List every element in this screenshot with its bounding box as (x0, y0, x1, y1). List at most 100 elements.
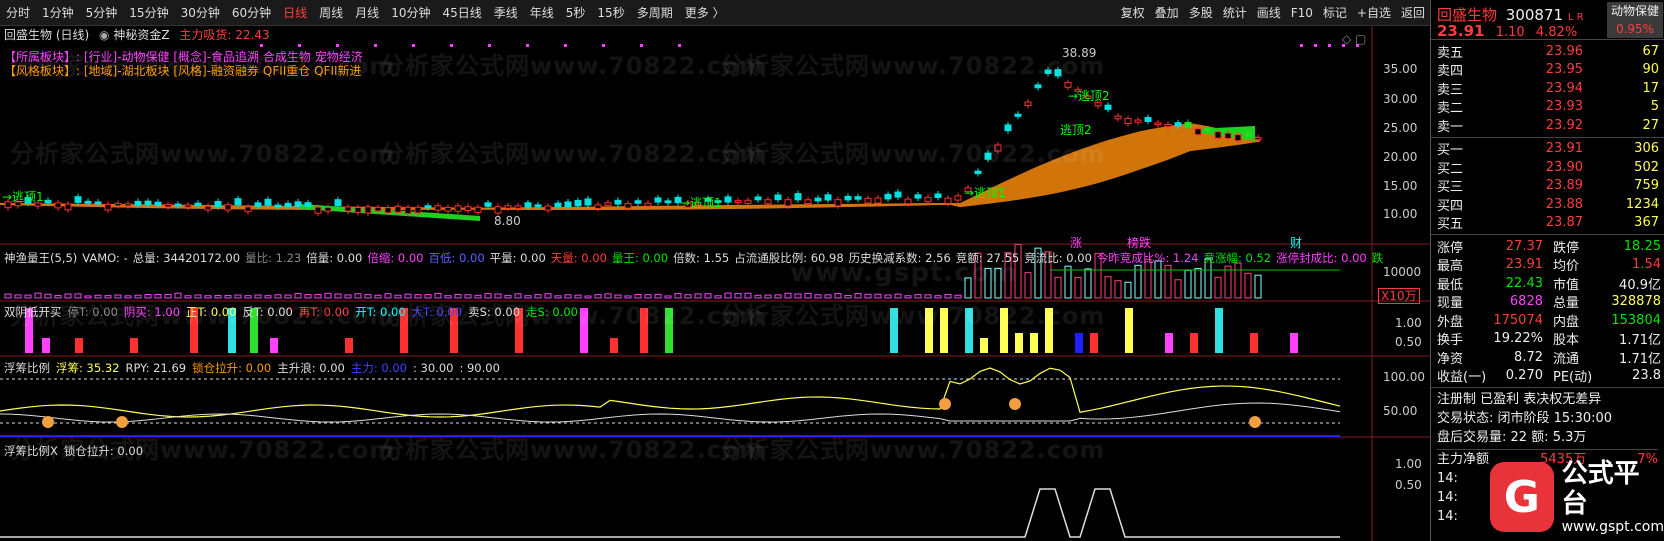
candle-body (1154, 122, 1162, 126)
book-price: 23.90 (1545, 159, 1583, 175)
vol-multiple: 倍数: 1.55 (673, 251, 730, 265)
vol-low: 百低: 0.00 (428, 251, 485, 265)
candle-body (424, 205, 432, 209)
period-tab[interactable]: 分时 (0, 0, 36, 26)
watermark: 分析家公式网www.70822.com (380, 302, 766, 330)
candle-body (1144, 116, 1152, 122)
tool-button[interactable]: 多股 (1184, 0, 1218, 26)
bid-row[interactable]: 买二 23.90 502 (1431, 158, 1664, 177)
y-axis-15: 15.00 (1383, 179, 1418, 193)
tool-button[interactable]: 画线 (1252, 0, 1286, 26)
y-axis-25: 25.00 (1383, 121, 1418, 135)
list-drop-mark: 榜跌 (1127, 236, 1152, 250)
candle-body (104, 203, 112, 211)
candle-body (444, 206, 452, 212)
candle-body (264, 198, 272, 206)
period-tab[interactable]: 日线 (277, 0, 313, 26)
period-tab[interactable]: 多周期 (631, 0, 679, 26)
volume-bar (1154, 260, 1162, 299)
candle-body (914, 194, 922, 199)
p4-name[interactable]: 浮筹比例 (4, 361, 50, 375)
indicator-name[interactable]: 神秘资金Z (113, 28, 169, 42)
p4-header: 浮筹比例 浮筹: 35.32 RPY: 21.69 锁仓拉升: 0.00 主升浪… (4, 361, 500, 375)
ask-row[interactable]: 卖一 23.92 27 (1431, 116, 1664, 135)
book-volume: 17 (1642, 80, 1659, 96)
ask-row[interactable]: 卖三 23.94 17 (1431, 79, 1664, 98)
candle-body (254, 202, 262, 207)
candle-body (604, 202, 612, 206)
period-tab[interactable]: 1分钟 (36, 0, 80, 26)
candle-body (734, 200, 742, 204)
bid-row[interactable]: 买三 23.89 759 (1431, 177, 1664, 195)
vol-bid-rise: 竞涨幅: 0.52 (1203, 251, 1272, 265)
quote-change: 1.10 (1495, 25, 1525, 40)
candle-body (84, 200, 92, 204)
period-tab[interactable]: 60分钟 (226, 0, 277, 26)
candle-body (844, 195, 852, 201)
tool-button[interactable]: 标记 (1318, 0, 1352, 26)
period-tab[interactable]: 年线 (524, 0, 560, 26)
tool-button[interactable]: 复权 (1116, 0, 1150, 26)
stat-label: PE(动) (1553, 370, 1593, 386)
bid-row[interactable]: 买四 23.88 1234 (1431, 195, 1664, 214)
quote-pct: 4.82% (1535, 25, 1578, 40)
candle-body (1034, 84, 1042, 89)
wave-marker-icon (42, 416, 54, 428)
wave-marker-icon (1249, 416, 1261, 428)
candle-body (934, 193, 942, 199)
tool-button[interactable]: 统计 (1218, 0, 1252, 26)
stat-row: 收益(一) 0.270 PE(动) 23.8 (1431, 367, 1664, 386)
vol-unit[interactable]: X10万 (1378, 288, 1420, 304)
volume-bar (1254, 274, 1262, 299)
stat-value: 27.37 (1505, 238, 1543, 254)
settings-icon[interactable]: ◉ (99, 28, 109, 42)
book-volume: 67 (1642, 43, 1659, 59)
candle-body (1114, 115, 1122, 120)
stat-row: 最低 22.43 市值 40.9亿 (1431, 274, 1664, 293)
expand-icon[interactable]: ◇ ▢ (1342, 32, 1366, 46)
bid-row[interactable]: 买一 23.91 306 (1431, 140, 1664, 158)
ask-row[interactable]: 卖五 23.96 67 (1431, 42, 1664, 61)
candle-body (1024, 101, 1032, 106)
candle-body (524, 202, 532, 208)
candle-body (274, 204, 282, 208)
period-tab[interactable]: 月线 (349, 0, 385, 26)
candle-body (304, 202, 312, 207)
watermark: 分析家公式网www.70822.com (10, 302, 396, 330)
vol-name[interactable]: 神渔量王(5,5) (4, 251, 77, 265)
ask-row[interactable]: 卖二 23.93 5 (1431, 98, 1664, 116)
signal-bar (75, 338, 83, 353)
escape-top-1b-label: →逃顶1 (680, 196, 722, 210)
period-tab[interactable]: 5分钟 (80, 0, 124, 26)
watermark: 分析家公式网www.70822.com (380, 140, 766, 168)
period-tab[interactable]: 45日线 (436, 0, 487, 26)
vol-ratio: 量比: 1.23 (245, 251, 302, 265)
candle-body (554, 202, 562, 208)
period-tab[interactable]: 15秒 (591, 0, 630, 26)
chart-area[interactable]: 回盛生物 (日线) ◉ 神秘资金Z 主力吸货: 22.43 【所属板块】: [行… (0, 26, 1430, 541)
vol-sky: 天量: 0.00 (550, 251, 607, 265)
period-tab[interactable]: 周线 (313, 0, 349, 26)
period-tab[interactable]: 季线 (488, 0, 524, 26)
sector-box[interactable]: 动物保健 0.95% (1607, 2, 1663, 38)
p3-axis-05: 0.50 (1395, 335, 1422, 349)
period-tab[interactable]: 更多 〉 (679, 0, 731, 26)
candle-body (514, 205, 522, 209)
y-axis-10: 10.00 (1383, 207, 1418, 221)
tool-button[interactable]: 叠加 (1150, 0, 1184, 26)
tool-button[interactable]: F10 (1286, 0, 1318, 26)
candle-body (794, 193, 802, 201)
p4-float: 浮筹: 35.32 (56, 361, 120, 375)
bid-row[interactable]: 买五 23.87 367 (1431, 214, 1664, 232)
period-tab[interactable]: 10分钟 (385, 0, 436, 26)
wave-marker-icon (939, 398, 951, 410)
tool-button[interactable]: +自选 (1352, 0, 1396, 26)
period-tab[interactable]: 30分钟 (175, 0, 226, 26)
period-tab[interactable]: 15分钟 (123, 0, 174, 26)
period-tab[interactable]: 5秒 (560, 0, 592, 26)
ask-row[interactable]: 卖四 23.95 90 (1431, 61, 1664, 79)
candle-body (804, 199, 812, 204)
p4-90: : 90.00 (459, 361, 500, 375)
signal-bar (980, 338, 988, 353)
tool-button[interactable]: 返回 (1396, 0, 1430, 26)
